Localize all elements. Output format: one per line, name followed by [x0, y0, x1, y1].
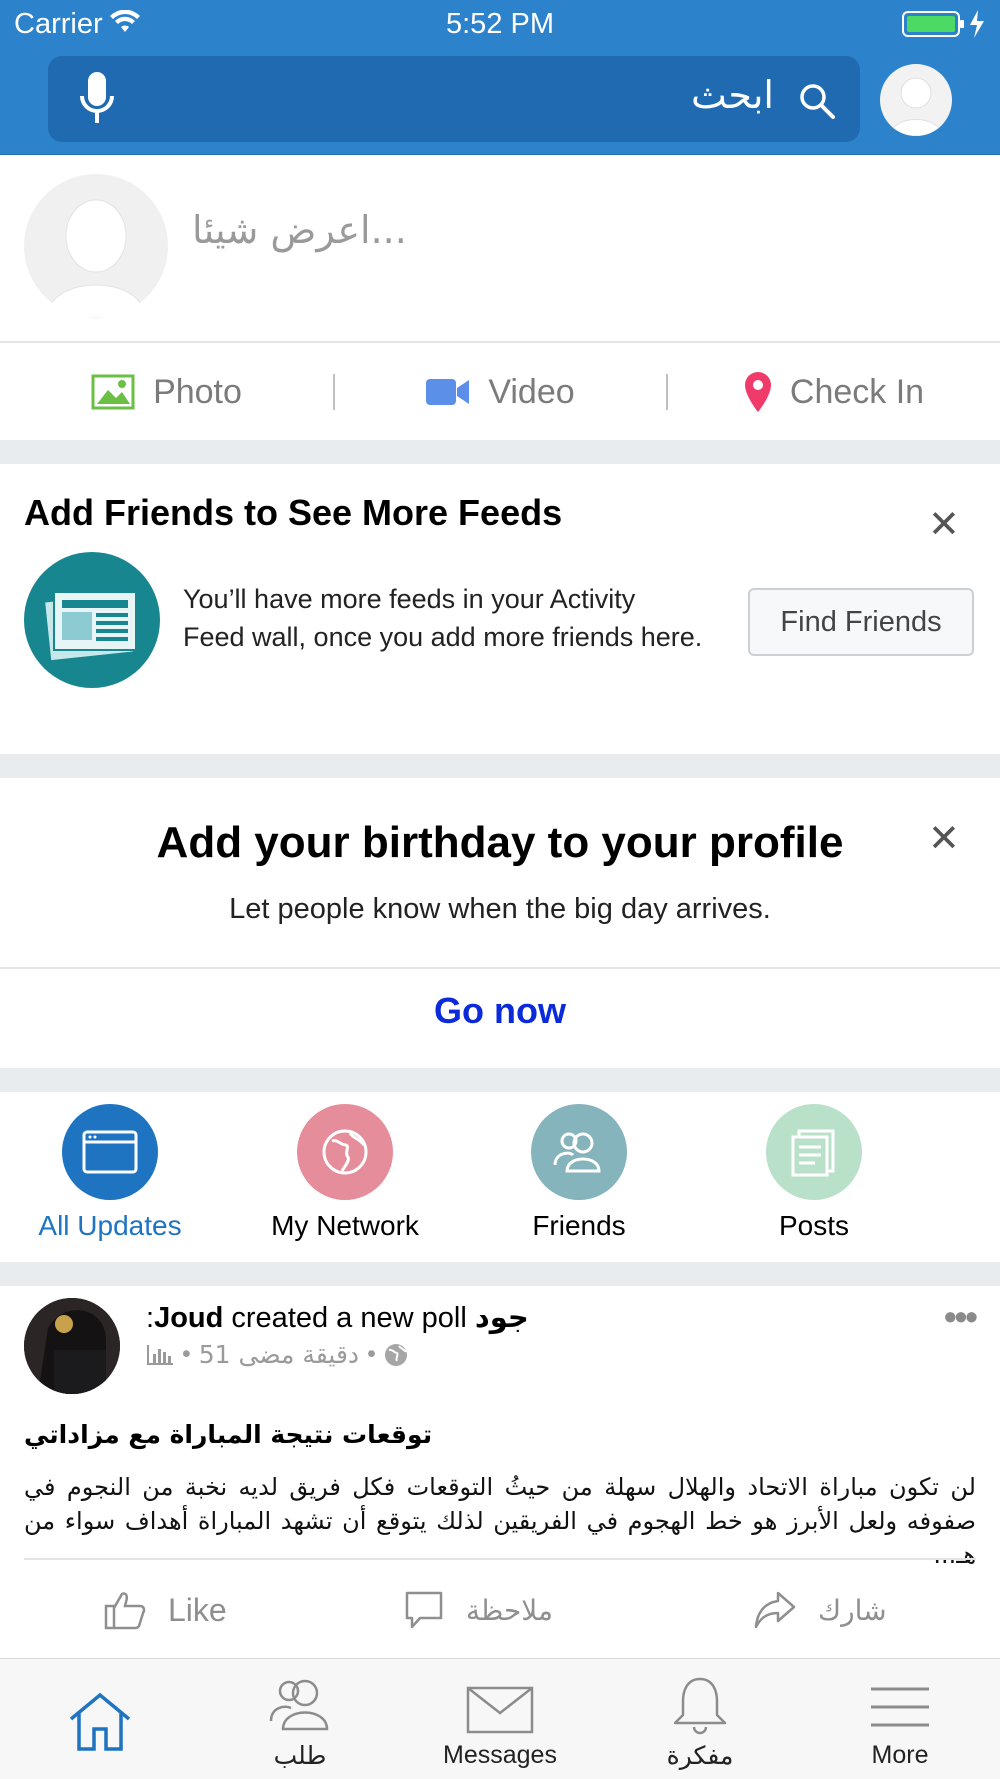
bell-icon [673, 1677, 727, 1735]
post-header: :Joud created a new poll جود [146, 1300, 529, 1335]
globe-privacy-icon [384, 1343, 407, 1366]
search-bar[interactable]: ابحث [48, 56, 860, 142]
video-camera-icon [426, 379, 470, 405]
battery-icon [902, 10, 984, 38]
section-gap [0, 1068, 1000, 1092]
media-actions: Photo Video Check In [0, 344, 1000, 440]
meta-dot: • [182, 1340, 191, 1368]
composer-input[interactable]: اعرض شيئا... [192, 208, 407, 252]
nav-home[interactable] [0, 1659, 200, 1779]
author-avatar[interactable] [24, 1298, 120, 1394]
poll-chart-icon [147, 1344, 173, 1365]
envelope-icon [466, 1686, 534, 1734]
profile-avatar-button[interactable] [880, 64, 952, 136]
tab-friends[interactable]: Friends [479, 1104, 679, 1242]
like-button[interactable]: Like [104, 1582, 227, 1638]
divider [0, 967, 1000, 969]
home-icon [69, 1692, 131, 1751]
tab-label: Friends [532, 1210, 626, 1241]
photo-label: Photo [153, 372, 242, 411]
find-friends-button[interactable]: Find Friends [748, 588, 974, 656]
status-time: 5:52 PM [446, 8, 554, 40]
search-label: ابحث [691, 73, 774, 117]
status-bar: Carrier 5:52 PM [0, 0, 1000, 50]
share-button[interactable]: شارك [754, 1582, 887, 1638]
tab-my-network[interactable]: My Network [245, 1104, 445, 1242]
birthday-subtitle: Let people know when the big day arrives… [229, 893, 771, 925]
microphone-icon[interactable] [78, 70, 116, 128]
tab-label: All Updates [38, 1210, 182, 1241]
all-updates-icon [62, 1104, 158, 1200]
video-button[interactable]: Video [335, 344, 666, 440]
section-gap [0, 1262, 1000, 1286]
author-name-ar[interactable]: جود [475, 1300, 529, 1334]
post-action: created a new poll [223, 1302, 475, 1334]
post-meta: • 51 دقيقة مضى • [146, 1340, 408, 1369]
divider [24, 1558, 976, 1560]
share-arrow-icon [754, 1591, 796, 1629]
like-label: Like [168, 1591, 227, 1628]
comment-bubble-icon [405, 1591, 443, 1629]
comment-button[interactable]: ملاحظة [404, 1582, 553, 1638]
tab-label: Posts [778, 1210, 850, 1241]
photo-icon [91, 374, 135, 410]
thumbs-up-icon [104, 1592, 146, 1630]
divider [0, 341, 1000, 343]
nav-label: More [871, 1741, 929, 1769]
checkin-label: Check In [789, 372, 925, 411]
friends-icon [531, 1104, 627, 1200]
nav-notifications[interactable]: مفكرة [600, 1659, 800, 1779]
checkin-button[interactable]: Check In [668, 344, 1000, 440]
add-friends-title: Add Friends to See More Feeds [24, 492, 563, 533]
friend-requests-icon [269, 1679, 329, 1731]
location-pin-icon [744, 372, 771, 412]
add-friends-description: You’ll have more feeds in your Activity … [183, 584, 703, 652]
nav-more[interactable]: More [800, 1659, 1000, 1779]
user-placeholder-icon [889, 77, 943, 136]
tab-all-updates[interactable]: All Updates [10, 1104, 210, 1242]
video-label: Video [488, 372, 575, 411]
nav-requests[interactable]: طلب [200, 1659, 400, 1779]
nav-label: مفكرة [666, 1741, 734, 1770]
hamburger-menu-icon [871, 1687, 929, 1727]
nav-messages[interactable]: Messages [400, 1659, 600, 1779]
author-prefix: : [146, 1302, 155, 1334]
author-name[interactable]: Joud [154, 1302, 223, 1334]
birthday-title: Add your birthday to your profile [156, 818, 844, 867]
share-label: شارك [818, 1593, 887, 1627]
post-subject: توقعات نتيجة المباراة مع مزاداتي [24, 1420, 433, 1449]
nav-label: Messages [443, 1741, 557, 1769]
tab-posts[interactable]: Posts [714, 1104, 914, 1242]
tab-label: My Network [271, 1210, 419, 1241]
posts-icon [766, 1104, 862, 1200]
close-icon[interactable]: ✕ [928, 816, 960, 861]
composer-avatar [24, 174, 168, 318]
section-gap [0, 440, 1000, 464]
go-now-link[interactable]: Go now [0, 990, 1000, 1032]
bottom-tab-bar: طلب Messages مفكرة More [0, 1658, 1000, 1779]
search-icon [800, 84, 835, 119]
globe-icon [297, 1104, 393, 1200]
photo-button[interactable]: Photo [0, 344, 333, 440]
section-gap [0, 754, 1000, 778]
close-icon[interactable]: ✕ [928, 502, 960, 547]
more-options-icon[interactable]: ••• [944, 1296, 978, 1338]
post-time: 51 دقيقة مضى [198, 1340, 360, 1369]
user-placeholder-icon [45, 199, 147, 318]
meta-dot: • [367, 1340, 376, 1368]
news-feed-icon [24, 552, 160, 688]
comment-label: ملاحظة [466, 1593, 553, 1627]
nav-label: طلب [273, 1741, 327, 1770]
post-body: لن تكون مباراة الاتحاد والهلال سهلة من ح… [24, 1473, 976, 1569]
